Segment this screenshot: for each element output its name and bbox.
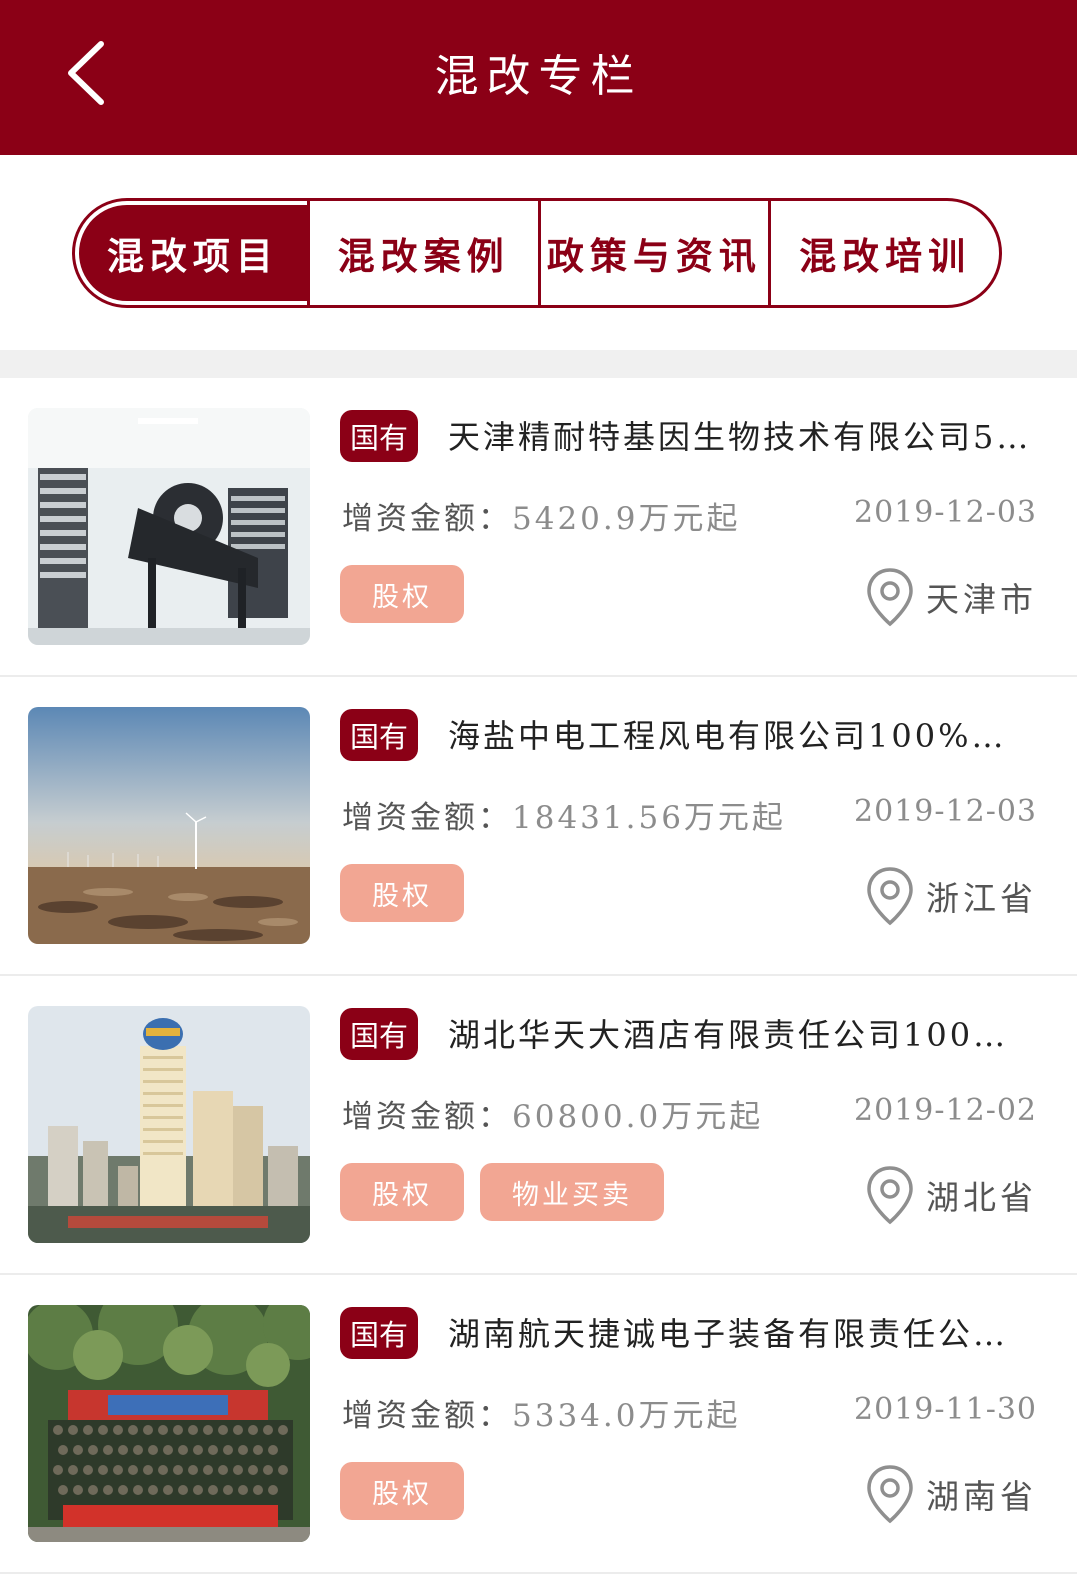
location-text: 湖北省 [926,1178,1037,1217]
list-item[interactable]: 国有 天津精耐特基因生物技术有限公司5… 增资金额：5420.9万元起 2019… [0,378,1077,677]
tab-policy-news[interactable]: 政策与资讯 [537,201,769,305]
ownership-badge: 国有 [340,709,418,761]
amount-value: 60800.0万元起 [512,1099,764,1135]
investment-amount: 增资金额：60800.0万元起 [342,1091,763,1136]
ownership-badge: 国有 [340,410,418,462]
location-pin-icon [867,867,913,926]
investment-amount: 增资金额：18431.56万元起 [342,792,786,837]
amount-label: 增资金额： [342,1099,512,1135]
location-pin-icon [867,568,913,627]
publish-date: 2019-12-02 [854,1093,1037,1128]
location-text: 天津市 [926,580,1037,619]
tag-list: 股权 [340,1462,464,1520]
page-title: 混改专栏 [434,51,643,102]
publish-date: 2019-12-03 [854,495,1037,530]
publish-date: 2019-12-03 [854,794,1037,829]
project-thumbnail [28,1305,310,1542]
amount-label: 增资金额： [342,800,512,836]
amount-label: 增资金额： [342,1398,512,1434]
tab-bar-container: 混改项目 混改案例 政策与资讯 混改培训 [0,155,1077,350]
tag-list: 股权 [340,565,464,623]
tag-equity[interactable]: 股权 [340,1163,464,1221]
project-title[interactable]: 湖南航天捷诚电子装备有限责任公… [448,1309,1038,1359]
location-text: 湖南省 [926,1477,1037,1516]
location: 浙江省 [864,865,1037,927]
location: 天津市 [864,566,1037,628]
tab-cases[interactable]: 混改案例 [306,201,538,305]
tab-training[interactable]: 混改培训 [768,201,999,305]
project-thumbnail [28,707,310,944]
project-thumbnail [28,408,310,645]
ownership-badge: 国有 [340,1008,418,1060]
location-pin-icon [867,1166,913,1225]
project-title[interactable]: 天津精耐特基因生物技术有限公司5… [448,412,1038,462]
amount-value: 5420.9万元起 [512,501,741,537]
amount-value: 5334.0万元起 [512,1398,741,1434]
tab-bar: 混改项目 混改案例 政策与资讯 混改培训 [72,198,1002,308]
investment-amount: 增资金额：5420.9万元起 [342,493,740,538]
location-text: 浙江省 [926,879,1037,918]
tab-projects[interactable]: 混改项目 [79,205,307,301]
ownership-badge: 国有 [340,1307,418,1359]
tag-list: 股权 物业买卖 [340,1163,664,1221]
app-header: 混改专栏 [0,0,1077,155]
project-title[interactable]: 湖北华天大酒店有限责任公司100%… [448,1010,1038,1060]
project-title[interactable]: 海盐中电工程风电有限公司100%股权 [448,711,1038,761]
project-thumbnail [28,1006,310,1243]
list-item[interactable]: 国有 湖北华天大酒店有限责任公司100%… 增资金额：60800.0万元起 20… [0,976,1077,1275]
tag-property-trade[interactable]: 物业买卖 [480,1163,664,1221]
list-item[interactable]: 国有 湖南航天捷诚电子装备有限责任公… 增资金额：5334.0万元起 2019-… [0,1275,1077,1574]
list-item[interactable]: 国有 海盐中电工程风电有限公司100%股权 增资金额：18431.56万元起 2… [0,677,1077,976]
location: 湖北省 [864,1164,1037,1226]
amount-label: 增资金额： [342,501,512,537]
tag-equity[interactable]: 股权 [340,1462,464,1520]
amount-value: 18431.56万元起 [512,800,786,836]
publish-date: 2019-11-30 [854,1392,1037,1427]
section-divider [0,350,1077,378]
location: 湖南省 [864,1463,1037,1525]
investment-amount: 增资金额：5334.0万元起 [342,1390,740,1435]
tag-list: 股权 [340,864,464,922]
tag-equity[interactable]: 股权 [340,565,464,623]
project-list: 国有 天津精耐特基因生物技术有限公司5… 增资金额：5420.9万元起 2019… [0,378,1077,1574]
location-pin-icon [867,1465,913,1524]
tag-equity[interactable]: 股权 [340,864,464,922]
